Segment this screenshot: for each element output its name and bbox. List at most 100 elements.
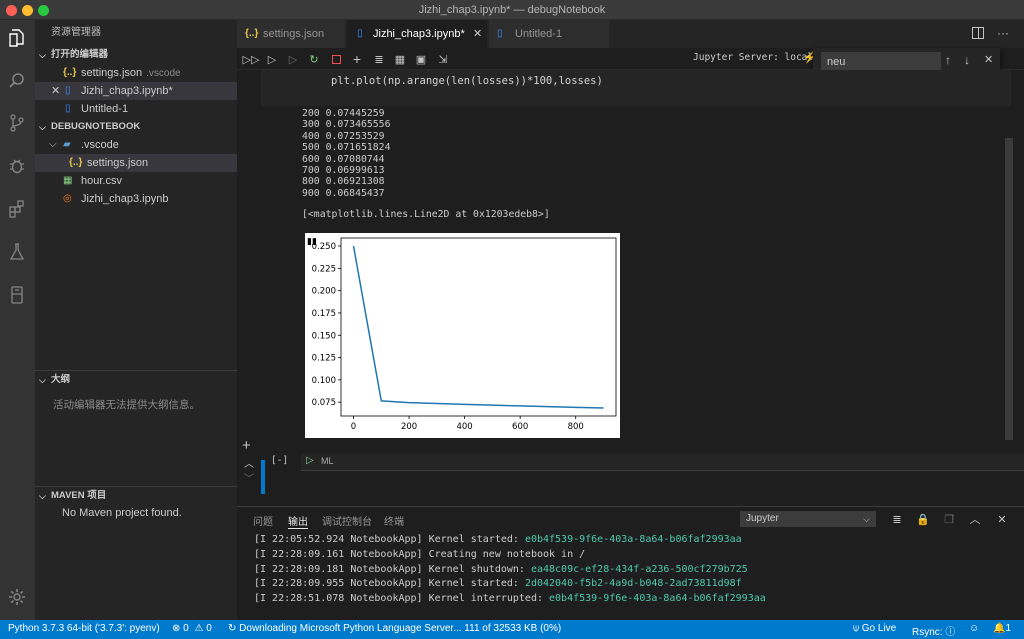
- notifications[interactable]: 🔔1: [993, 623, 1011, 634]
- log-line: [I 22:28:09.161 NotebookApp] Creating ne…: [254, 549, 586, 560]
- tree-item-file[interactable]: ◎ Jizhi_chap3.ipynb: [35, 190, 237, 208]
- cell-focus-indicator: [261, 460, 265, 494]
- close-icon[interactable]: ✕: [995, 512, 1009, 526]
- notebook-icon: ▯: [497, 28, 503, 39]
- cell-output-repr: [<matplotlib.lines.Line2D at 0x1203edeb8…: [302, 209, 550, 220]
- project-header[interactable]: ⌵ DEBUGNOTEBOOK: [35, 118, 237, 136]
- json-icon: {..}: [63, 67, 77, 78]
- y-tick-label: 0.100: [312, 376, 336, 386]
- cell-output-text: 200 0.07445259 300 0.073465556 400 0.07253…: [302, 108, 391, 199]
- python-interpreter[interactable]: Python 3.7.3 64-bit ('3.7.3': pyenv): [8, 623, 160, 634]
- split-editor-icon[interactable]: [972, 27, 984, 39]
- tab-debug-console[interactable]: 调试控制台: [322, 513, 372, 529]
- close-icon[interactable]: ✕: [51, 82, 60, 100]
- open-editor-item[interactable]: {..} settings.json .vscode: [35, 64, 237, 82]
- broadcast-icon: ⍦: [853, 623, 859, 634]
- cell-type-label[interactable]: ML: [321, 456, 334, 466]
- add-cell-icon[interactable]: +: [242, 437, 251, 454]
- tree-item-file[interactable]: ▦ hour.csv: [35, 172, 237, 190]
- notebook-scrollbar[interactable]: [1005, 138, 1013, 440]
- remote-icon[interactable]: [6, 284, 28, 306]
- more-actions-icon[interactable]: ···: [997, 26, 1009, 40]
- open-in-editor-icon[interactable]: ❐: [942, 512, 956, 526]
- arrow-up-icon[interactable]: ↑: [945, 53, 951, 67]
- maven-header[interactable]: ⌵ MAVEN 项目: [35, 486, 237, 504]
- jupyter-icon: ◎: [63, 193, 72, 204]
- plot-view-icon: ▮▮: [307, 237, 317, 247]
- lock-icon[interactable]: 🔒: [916, 512, 930, 526]
- output-channel-select[interactable]: Jupyter ⌵: [740, 511, 876, 527]
- json-icon: {..}: [245, 28, 259, 39]
- tab-untitled[interactable]: ▯ Untitled-1: [489, 20, 609, 48]
- restart-kernel-icon[interactable]: ↻: [307, 52, 321, 66]
- interrupt-kernel-icon[interactable]: [329, 52, 343, 66]
- rsync-status[interactable]: Rsync: ⓘ: [912, 623, 955, 638]
- chevron-down-icon: ⌵: [49, 139, 57, 150]
- jupyter-server-label[interactable]: Jupyter Server: local: [693, 52, 813, 63]
- variables-icon[interactable]: ▦: [393, 52, 407, 66]
- tree-item-file[interactable]: {..} settings.json: [35, 154, 237, 172]
- tab-output[interactable]: 输出: [288, 513, 308, 529]
- save-icon[interactable]: ▣: [414, 52, 428, 66]
- close-icon[interactable]: ✕: [984, 53, 993, 66]
- notebook-icon: ▯: [65, 85, 71, 96]
- extensions-icon[interactable]: [6, 198, 28, 220]
- bottom-panel: 问题 输出 调试控制台 终端 Jupyter ⌵ ≣ 🔒 ❐ ︿ ✕ [I 22…: [237, 506, 1024, 620]
- x-tick-label: 600: [512, 422, 528, 432]
- log-line: [I 22:05:52.924 NotebookApp] Kernel star…: [254, 534, 742, 545]
- move-down-icon[interactable]: ﹀: [244, 470, 254, 485]
- chevron-down-icon: ⌵: [39, 491, 46, 501]
- tree-item-folder[interactable]: ⌵ ▰ .vscode: [35, 136, 237, 154]
- open-editor-item[interactable]: ✕ ▯ Jizhi_chap3.ipynb*: [35, 82, 237, 100]
- y-tick-label: 0.125: [312, 354, 336, 364]
- clear-outputs-icon[interactable]: ≣: [372, 52, 386, 66]
- feedback-icon[interactable]: ☺: [969, 623, 979, 634]
- open-editors-header[interactable]: ⌵ 打开的编辑器: [35, 46, 237, 64]
- close-icon[interactable]: ✕: [473, 20, 482, 48]
- go-live-button[interactable]: ⍦ Go Live: [853, 623, 896, 634]
- y-tick-label: 0.225: [312, 264, 336, 274]
- arrow-down-icon[interactable]: ↓: [964, 53, 970, 67]
- add-cell-icon[interactable]: +: [350, 51, 364, 67]
- search-icon[interactable]: [6, 70, 28, 92]
- maven-message: No Maven project found.: [62, 507, 182, 519]
- debug-icon[interactable]: [6, 155, 28, 177]
- find-input[interactable]: [821, 52, 941, 71]
- folder-icon: ▰: [63, 139, 71, 150]
- tab-terminal[interactable]: 终端: [384, 513, 404, 529]
- outline-message: 活动编辑器无法提供大纲信息。: [53, 399, 200, 411]
- export-icon[interactable]: ⇲: [436, 52, 450, 66]
- run-cell-icon[interactable]: ▷: [306, 455, 314, 466]
- source-control-icon[interactable]: [6, 112, 28, 134]
- notebook-editor: plt.plot(np.arange(len(losses))*100,loss…: [237, 70, 1024, 502]
- files-icon[interactable]: [6, 27, 28, 49]
- gear-icon[interactable]: [6, 586, 28, 608]
- chevron-down-icon: ⌵: [39, 375, 46, 385]
- plot-axes-frame: [340, 237, 617, 417]
- explorer-sidebar: 资源管理器 ⌵ 打开的编辑器 {..} settings.json .vscode…: [35, 20, 237, 620]
- run-above-icon[interactable]: ▷: [286, 52, 300, 66]
- csv-icon: ▦: [63, 175, 73, 186]
- error-icon: ⊗: [172, 623, 181, 634]
- outline-header[interactable]: ⌵ 大纲: [35, 370, 237, 388]
- run-all-icon[interactable]: ▷▷: [243, 52, 260, 66]
- problems-count[interactable]: ⊗ 0 ⚠ 0: [172, 623, 212, 634]
- chevron-down-icon: ⌵: [863, 514, 870, 524]
- markdown-cell[interactable]: + ︿ ﹀ [-] ▷ ML 🗑: [242, 437, 1024, 494]
- notebook-icon: ▯: [65, 103, 71, 114]
- x-tick-label: 400: [456, 422, 472, 432]
- tab-notebook[interactable]: ▯ Jizhi_chap3.ipynb* ✕: [347, 20, 487, 48]
- tab-problems[interactable]: 问题: [253, 513, 273, 529]
- maximize-panel-icon[interactable]: ︿: [968, 512, 982, 526]
- move-up-icon[interactable]: ︿: [244, 455, 254, 470]
- open-editor-item[interactable]: ▯ Untitled-1: [35, 100, 237, 118]
- code-cell[interactable]: plt.plot(np.arange(len(losses))*100,loss…: [261, 70, 1011, 106]
- code-source[interactable]: plt.plot(np.arange(len(losses))*100,loss…: [331, 75, 603, 87]
- json-icon: {..}: [69, 157, 83, 168]
- tab-settings-json[interactable]: {..} settings.json: [237, 20, 345, 48]
- bell-icon: 🔔: [993, 623, 1006, 634]
- clear-output-icon[interactable]: ≣: [890, 512, 904, 526]
- testing-icon[interactable]: [6, 241, 28, 263]
- run-below-icon[interactable]: ▷: [265, 52, 279, 66]
- title-bar: Jizhi_chap3.ipynb* — debugNotebook: [0, 0, 1024, 20]
